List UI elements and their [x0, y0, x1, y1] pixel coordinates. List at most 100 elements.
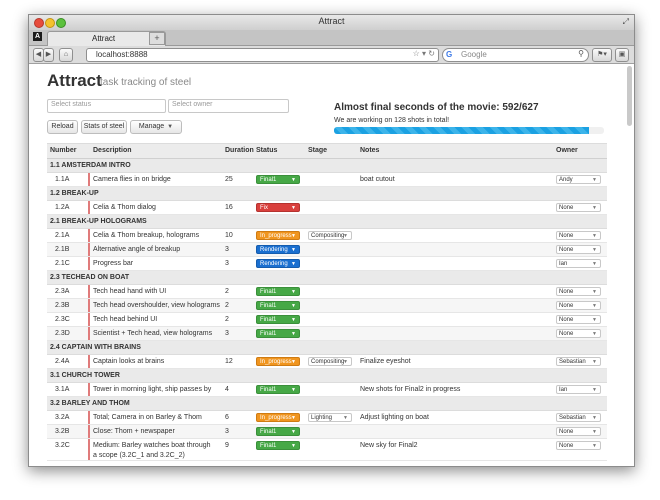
col-status[interactable]: Status — [256, 147, 277, 154]
owner-filter-select[interactable]: Select owner — [168, 99, 289, 113]
chevron-down-icon: ▼ — [291, 331, 296, 337]
row-marker — [88, 299, 90, 312]
bookmarks-menu-button[interactable]: ⚑▾ — [592, 48, 612, 62]
shot-notes: Adjust lighting on boat — [360, 414, 429, 421]
owner-select[interactable]: None ▼ — [556, 203, 601, 212]
status-select[interactable]: Fix ▼ — [256, 203, 300, 212]
col-description[interactable]: Description — [93, 147, 132, 154]
table-row[interactable]: 3.2B Close: Thom + newspaper 3 Final1 ▼ None ▼ — [47, 425, 607, 439]
table-row[interactable]: 1.1A Camera flies in on bridge 25 Final1 ▼ bo… — [47, 173, 607, 187]
chevron-down-icon: ▼ — [592, 387, 597, 393]
owner-select[interactable]: Ian ▼ — [556, 259, 601, 268]
owner-select[interactable]: None ▼ — [556, 301, 601, 310]
status-label: Rendering — [260, 247, 288, 253]
owner-select[interactable]: None ▼ — [556, 315, 601, 324]
row-marker — [88, 229, 90, 242]
owner-select[interactable]: None ▼ — [556, 231, 601, 240]
owner-label: None — [559, 303, 574, 309]
status-select[interactable]: In_progress ▼ — [256, 357, 300, 366]
group-header: 2.1 BREAK-UP HOLOGRAMS — [47, 215, 607, 229]
status-select[interactable]: Final1 ▼ — [256, 175, 300, 184]
search-bar[interactable]: G Google ⚲ — [442, 48, 589, 62]
owner-select[interactable]: Ian ▼ — [556, 385, 601, 394]
table-row[interactable]: 3.2A Total; Camera in on Barley & Thom 6 In… — [47, 411, 607, 425]
stage-select[interactable]: Compositing ▼ — [308, 357, 352, 366]
table-row[interactable]: 2.3D Scientist + Tech head, view hologram… — [47, 327, 607, 341]
row-marker — [88, 425, 90, 438]
stage-label: Lighting — [311, 415, 333, 421]
col-number[interactable]: Number — [50, 147, 76, 154]
chevron-down-icon: ▼ — [291, 387, 296, 393]
status-label: Final1 — [260, 387, 277, 393]
stage-select[interactable]: Compositing ▼ — [308, 231, 352, 240]
owner-select[interactable]: None ▼ — [556, 427, 601, 436]
chevron-down-icon: ▼ — [291, 289, 296, 295]
status-label: Final1 — [260, 443, 277, 449]
col-stage[interactable]: Stage — [308, 147, 327, 154]
status-select[interactable]: Final1 ▼ — [256, 329, 300, 338]
forward-button[interactable]: ▶ — [43, 48, 54, 62]
status-select[interactable]: Final1 ▼ — [256, 287, 300, 296]
chevron-down-icon: ▼ — [592, 177, 597, 183]
status-select[interactable]: Final1 ▼ — [256, 315, 300, 324]
owner-select[interactable]: Andy ▼ — [556, 175, 601, 184]
table-row[interactable]: 2.3B Tech head overshoulder, view hologra… — [47, 299, 607, 313]
owner-select[interactable]: Sebastian ▼ — [556, 413, 601, 422]
fullscreen-icon[interactable]: ⤢ — [623, 17, 629, 27]
col-notes[interactable]: Notes — [360, 147, 379, 154]
address-bar[interactable]: localhost:8888 ☆ ▾ ↻ — [86, 48, 439, 62]
col-owner[interactable]: Owner — [556, 147, 578, 154]
group-header: 2.3 TECHEAD ON BOAT — [47, 271, 607, 285]
stage-select[interactable]: Lighting ▼ — [308, 413, 352, 422]
shot-description: Tower in morning light, ship passes by — [93, 386, 212, 393]
sidebar-toggle-icon[interactable]: ▣ — [615, 48, 629, 62]
owner-select[interactable]: None ▼ — [556, 245, 601, 254]
table-row[interactable]: 2.4A Captain looks at brains 12 In_progress… — [47, 355, 607, 369]
new-tab-button[interactable]: + — [149, 32, 165, 45]
table-row[interactable]: 2.3A Tech head hand with UI 2 Final1 ▼ None ▼ — [47, 285, 607, 299]
status-label: Fix — [260, 205, 268, 211]
shot-description: Captain looks at brains — [93, 358, 165, 365]
shot-description: Tech head behind UI — [93, 316, 158, 323]
owner-select[interactable]: None ▼ — [556, 287, 601, 296]
row-marker — [88, 439, 90, 460]
chevron-down-icon: ▼ — [592, 359, 597, 365]
owner-label: None — [559, 289, 574, 295]
bookmark-star-icon[interactable]: ☆ ▾ ↻ — [413, 49, 435, 58]
page-scrollbar[interactable] — [627, 66, 632, 126]
owner-select[interactable]: Sebastian ▼ — [556, 357, 601, 366]
search-icon[interactable]: ⚲ — [578, 49, 584, 58]
col-duration[interactable]: Duration — [225, 147, 254, 154]
shot-number: 2.4A — [55, 358, 70, 365]
status-select[interactable]: Rendering ▼ — [256, 259, 300, 268]
table-row[interactable]: 3.2C Medium: Barley watches boat through … — [47, 439, 607, 461]
status-select[interactable]: Final1 ▼ — [256, 441, 300, 450]
owner-select[interactable]: None ▼ — [556, 441, 601, 450]
chevron-down-icon: ▼ — [592, 261, 597, 267]
table-row[interactable]: 2.1A Celia & Thom breakup, holograms 10 In_… — [47, 229, 607, 243]
table-row[interactable]: 1.2A Celia & Thom dialog 16 Fix ▼ None ▼ — [47, 201, 607, 215]
table-row[interactable]: 3.1A Tower in morning light, ship passes … — [47, 383, 607, 397]
manage-dropdown-button[interactable]: Manage ▼ — [130, 120, 182, 134]
owner-label: None — [559, 233, 574, 239]
chevron-down-icon: ▼ — [291, 261, 296, 267]
stats-button[interactable]: Stats of steel — [81, 120, 127, 134]
group-title: 2.4 CAPTAIN WITH BRAINS — [50, 344, 141, 351]
reload-button[interactable]: Reload — [47, 120, 78, 134]
table-row[interactable]: 2.3C Tech head behind UI 2 Final1 ▼ None ▼ — [47, 313, 607, 327]
table-row[interactable]: 2.1B Alternative angle of breakup 3 Renderi… — [47, 243, 607, 257]
status-select[interactable]: In_progress ▼ — [256, 231, 300, 240]
chevron-down-icon: ▼ — [167, 124, 174, 130]
status-select[interactable]: Final1 ▼ — [256, 385, 300, 394]
status-select[interactable]: In_progress ▼ — [256, 413, 300, 422]
home-icon[interactable]: ⌂ — [59, 48, 73, 62]
search-engine-icon[interactable]: G — [446, 50, 452, 59]
status-label: In_progress — [260, 359, 292, 365]
status-select[interactable]: Rendering ▼ — [256, 245, 300, 254]
table-row[interactable]: 2.1C Progress bar 3 Rendering ▼ Ian ▼ — [47, 257, 607, 271]
status-select[interactable]: Final1 ▼ — [256, 301, 300, 310]
status-select[interactable]: Final1 ▼ — [256, 427, 300, 436]
row-marker — [88, 201, 90, 214]
status-filter-select[interactable]: Select status — [47, 99, 166, 113]
owner-select[interactable]: None ▼ — [556, 329, 601, 338]
